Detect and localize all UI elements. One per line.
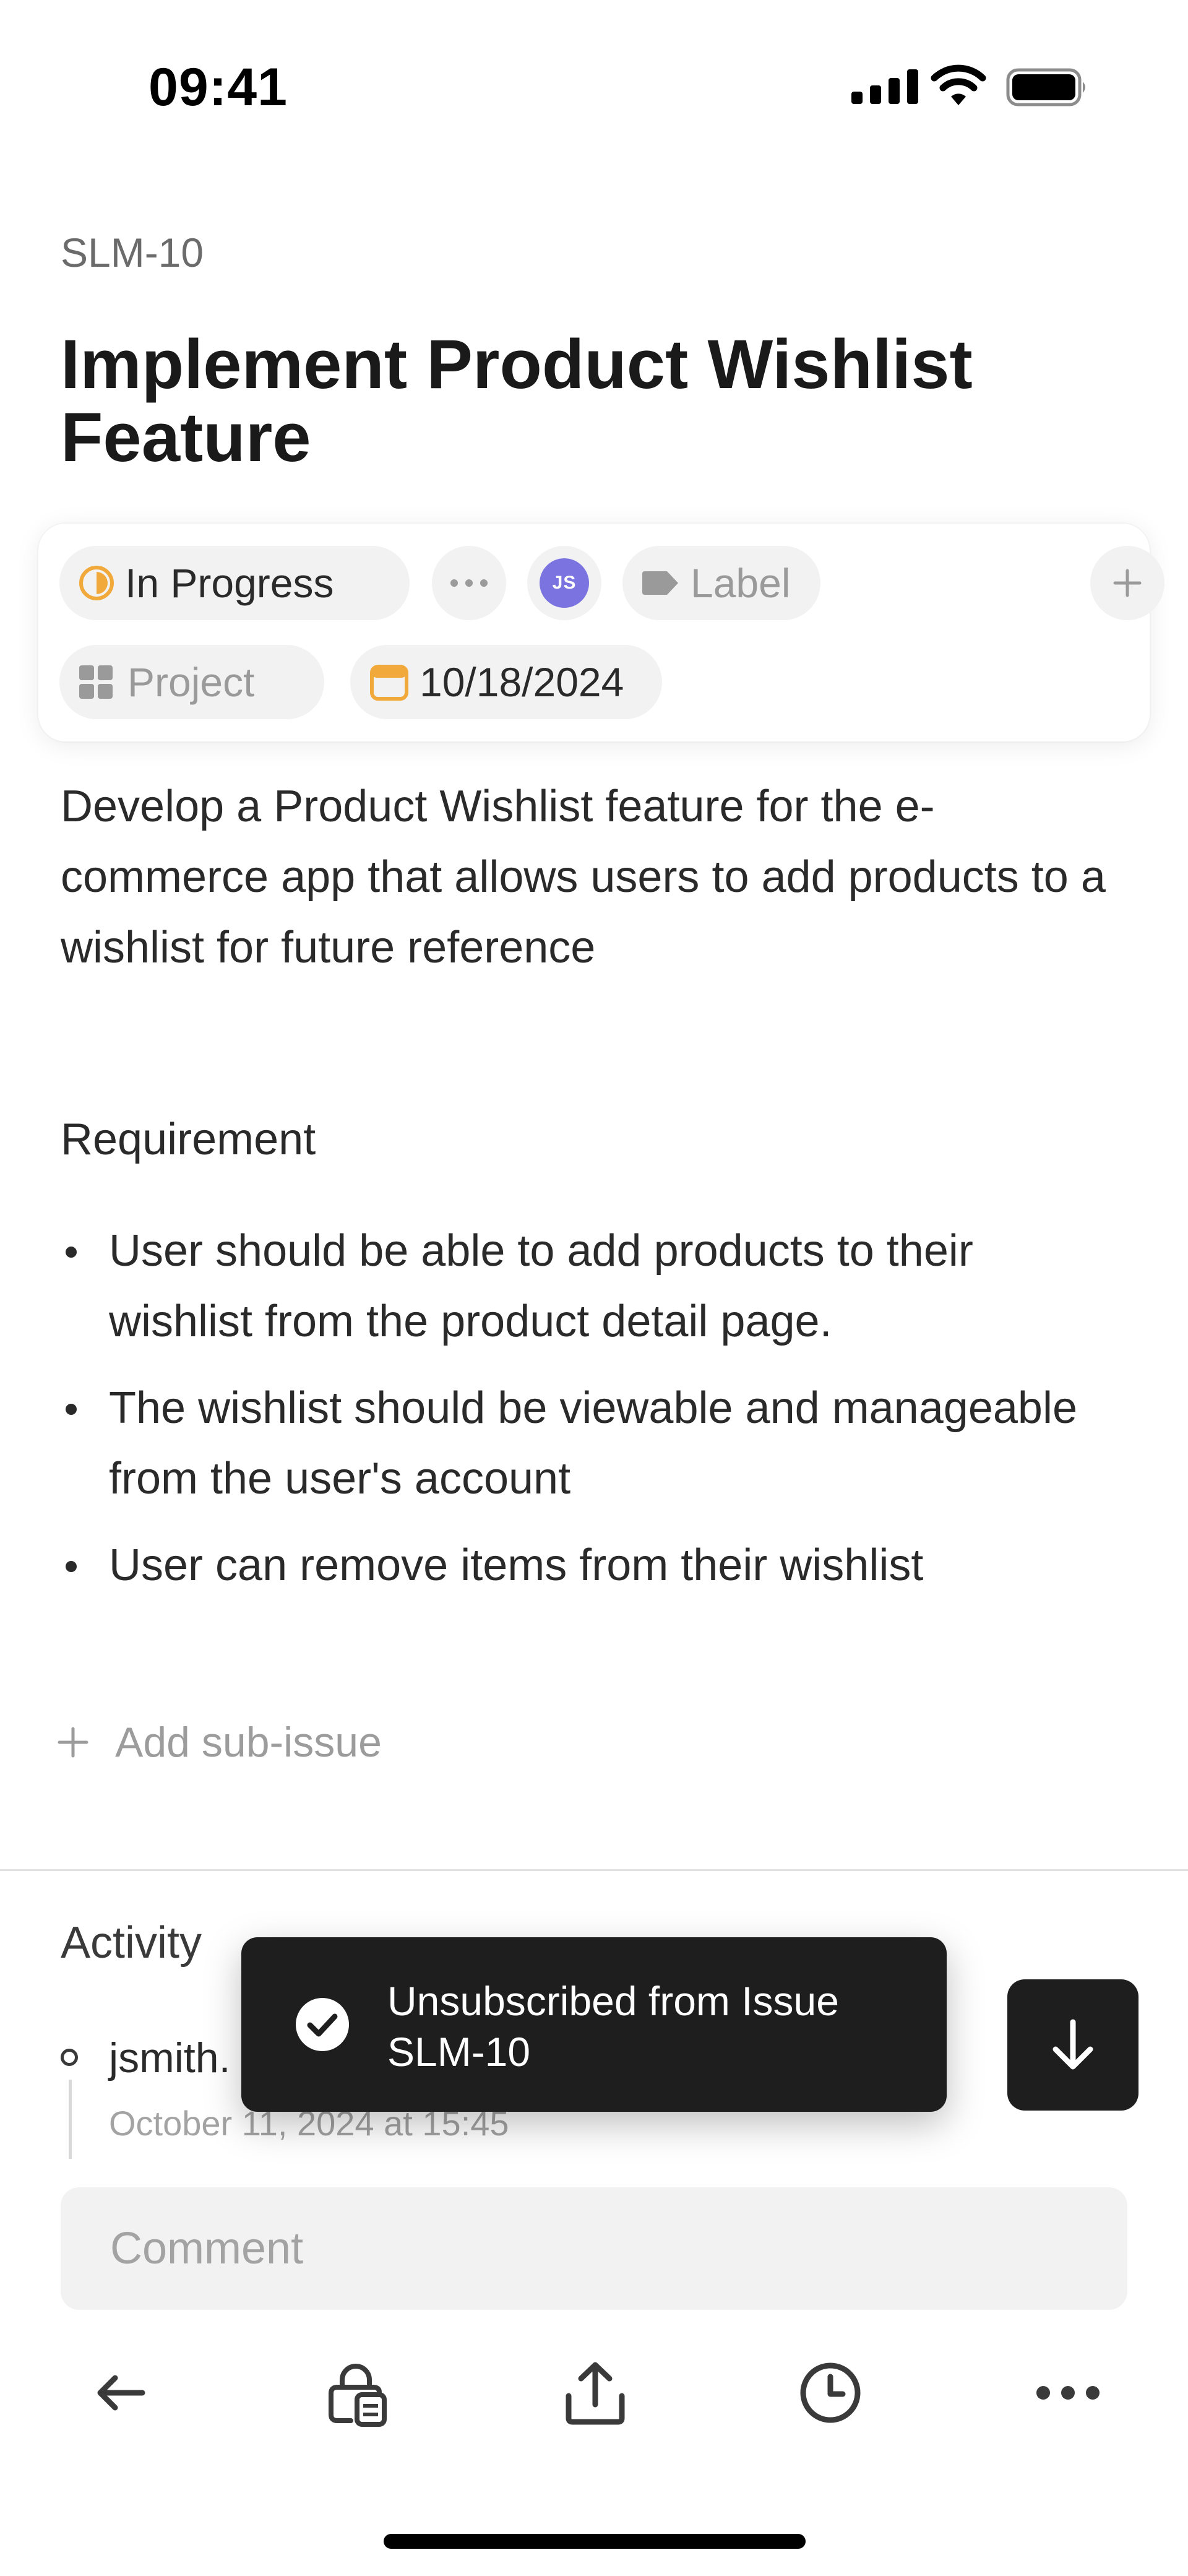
history-button[interactable]	[793, 2356, 867, 2430]
requirements-list: User should be able to add products to t…	[61, 1216, 1125, 1617]
back-button[interactable]	[83, 2356, 157, 2430]
lock-document-icon	[329, 2364, 387, 2427]
arrow-down-icon	[1052, 2019, 1093, 2070]
label-placeholder: Label	[691, 560, 791, 606]
status-chip[interactable]: In Progress	[59, 546, 410, 620]
project-chip[interactable]: Project	[59, 645, 324, 719]
activity-timeline-line	[69, 2080, 72, 2159]
list-item: The wishlist should be viewable and mana…	[61, 1373, 1125, 1514]
plus-icon	[1113, 569, 1142, 597]
home-indicator	[384, 2534, 806, 2549]
assignee-chip[interactable]: JS	[527, 546, 601, 620]
project-placeholder: Project	[127, 659, 255, 705]
properties-card: In Progress JS Label Project 10/18/2024	[38, 524, 1164, 741]
cellular-signal-icon	[851, 69, 918, 104]
add-sub-issue-button[interactable]: Add sub-issue	[57, 1718, 382, 1766]
comment-input[interactable]	[61, 2187, 1127, 2310]
add-property-button[interactable]	[1090, 546, 1164, 620]
due-date-chip[interactable]: 10/18/2024	[350, 645, 662, 719]
toast-message: Unsubscribed from Issue SLM-10	[387, 1978, 839, 2075]
share-button[interactable]	[558, 2356, 632, 2430]
requirements-heading: Requirement	[61, 1115, 316, 1164]
back-arrow-icon	[97, 2375, 145, 2411]
more-horizontal-icon	[450, 579, 488, 587]
issue-id: SLM-10	[61, 230, 204, 275]
list-item: User can remove items from their wishlis…	[61, 1530, 1125, 1601]
priority-chip[interactable]	[432, 546, 506, 620]
divider	[0, 1869, 1188, 1871]
more-button[interactable]	[1031, 2356, 1105, 2430]
check-circle-icon	[296, 1998, 349, 2051]
calendar-icon	[370, 665, 408, 701]
status-label: In Progress	[125, 560, 334, 606]
avatar: JS	[540, 558, 589, 608]
tag-icon	[642, 571, 678, 595]
wifi-icon	[931, 64, 986, 105]
label-chip[interactable]: Label	[622, 546, 820, 620]
activity-heading: Activity	[61, 1918, 202, 1968]
add-sub-issue-label: Add sub-issue	[115, 1719, 382, 1766]
grid-icon	[79, 665, 113, 699]
activity-user[interactable]: jsmith.	[109, 2034, 230, 2082]
scroll-to-bottom-button[interactable]	[1007, 1979, 1138, 2111]
issue-description[interactable]: Develop a Product Wishlist feature for t…	[61, 771, 1125, 983]
in-progress-status-icon	[79, 566, 114, 600]
status-time: 09:41	[148, 58, 288, 117]
clock-icon	[800, 2362, 861, 2423]
plus-icon	[58, 1727, 88, 1758]
more-icon	[1036, 2386, 1100, 2400]
list-item: User should be able to add products to t…	[61, 1216, 1125, 1357]
battery-icon	[1006, 68, 1085, 106]
activity-dot-icon	[61, 2049, 78, 2066]
issue-title[interactable]: Implement Product Wishlist Feature	[61, 328, 1113, 474]
toast-notification: Unsubscribed from Issue SLM-10	[241, 1937, 947, 2112]
share-icon	[566, 2362, 625, 2425]
lock-document-button[interactable]	[321, 2356, 395, 2430]
due-date: 10/18/2024	[420, 659, 624, 705]
